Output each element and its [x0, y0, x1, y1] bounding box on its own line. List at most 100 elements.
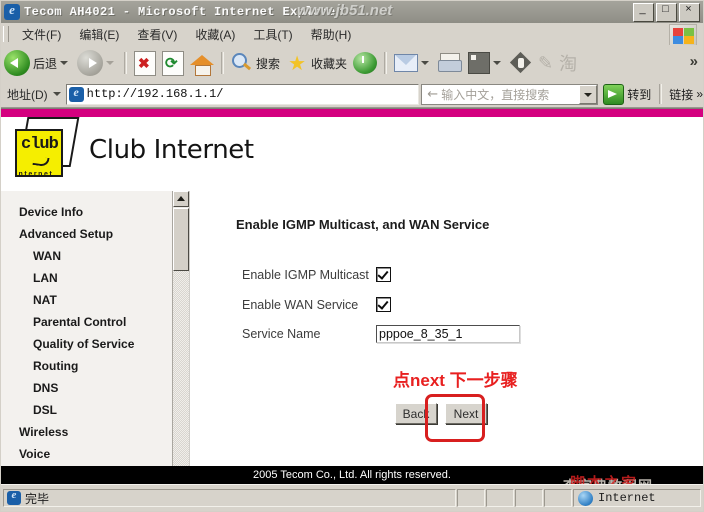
forward-button[interactable]: [74, 47, 120, 79]
address-url-text: http://192.168.1.1/: [86, 87, 224, 101]
stop-icon: ✖: [134, 50, 157, 76]
service-name-label: Service Name: [242, 327, 321, 341]
history-button[interactable]: [350, 47, 380, 79]
search-placeholder: 输入中文，直接搜索: [441, 87, 550, 102]
menu-grip[interactable]: [3, 26, 9, 42]
history-icon: [353, 52, 378, 74]
mail-icon: [394, 54, 419, 72]
status-bar: 完毕 Internet: [1, 484, 703, 511]
sidebar-scrollbar[interactable]: [172, 191, 189, 484]
taobao-icon: 淘: [559, 54, 578, 74]
favorites-button[interactable]: ★ 收藏夹: [283, 47, 350, 79]
brand-title: Club Internet: [89, 135, 254, 165]
pen-icon: ✎: [538, 52, 554, 73]
minimize-button[interactable]: _: [633, 3, 654, 22]
sidebar-item-nat[interactable]: NAT: [1, 289, 171, 311]
address-bar: 地址(D) http://192.168.1.1/ ← 输入中文，直接搜索 转到…: [1, 81, 703, 108]
back-button[interactable]: 后退: [1, 47, 74, 79]
extra-tool-a[interactable]: ✎: [535, 47, 556, 79]
menu-item-view[interactable]: 查看(V): [128, 24, 186, 45]
sidebar-item-wireless[interactable]: Wireless: [1, 421, 171, 443]
search-button[interactable]: 搜索: [228, 47, 283, 79]
refresh-icon: ⟳: [162, 50, 185, 76]
accent-bar: [1, 109, 703, 117]
scrollbar-thumb[interactable]: [173, 208, 189, 271]
sidebar-item-dns[interactable]: DNS: [1, 377, 171, 399]
field-row-igmp: Enable IGMP Multicast: [242, 267, 391, 282]
address-input[interactable]: http://192.168.1.1/: [65, 83, 420, 105]
service-name-input[interactable]: pppoe_8_35_1: [376, 325, 520, 343]
star-icon: ★: [288, 50, 306, 75]
forward-chevron-down-icon[interactable]: [106, 61, 115, 65]
page-title: Enable IGMP Multicast, and WAN Service: [236, 217, 490, 232]
toolbar-separator: [124, 52, 128, 74]
search-label: 搜索: [256, 56, 281, 71]
maximize-icon: □: [662, 3, 669, 15]
scrollbar-track[interactable]: [173, 271, 189, 468]
edit-chevron-down-icon[interactable]: [493, 61, 502, 65]
search-back-arrow-icon: ←: [427, 86, 439, 102]
scroll-up-button[interactable]: [173, 191, 189, 207]
refresh-button[interactable]: ⟳: [159, 47, 187, 79]
status-pane-4: [544, 489, 572, 507]
security-zone-pane[interactable]: Internet: [573, 489, 701, 507]
logo-cube-sub: internet: [15, 171, 54, 178]
go-arrow-icon: [603, 83, 625, 105]
menu-item-file[interactable]: 文件(F): [13, 24, 70, 45]
toolbar-overflow-button[interactable]: »: [690, 53, 698, 70]
sidebar-item-wan[interactable]: WAN: [1, 245, 171, 267]
search-icon: [231, 52, 253, 74]
close-icon: ×: [685, 3, 692, 15]
sidebar-item-voice[interactable]: Voice: [1, 443, 171, 465]
print-icon: [438, 53, 463, 73]
menu-item-tools[interactable]: 工具(T): [244, 24, 301, 45]
sidebar-item-dsl[interactable]: DSL: [1, 399, 171, 421]
extra-tool-b[interactable]: 淘: [556, 47, 580, 79]
mail-button[interactable]: [391, 47, 435, 79]
status-pane-3: [515, 489, 543, 507]
links-button[interactable]: 链接: [669, 86, 693, 103]
status-message-pane: 完毕: [3, 489, 456, 507]
print-button[interactable]: [435, 47, 465, 79]
security-zone-label: Internet: [598, 491, 656, 505]
search-dropdown-button[interactable]: [579, 84, 598, 104]
enable-igmp-multicast-checkbox[interactable]: [376, 267, 391, 282]
igmp-multicast-label: Enable IGMP Multicast: [242, 267, 369, 282]
sidebar-nav: Device Info Advanced Setup WAN LAN NAT P…: [1, 201, 171, 465]
maximize-button[interactable]: □: [656, 3, 677, 22]
sidebar-item-advanced-setup[interactable]: Advanced Setup: [1, 223, 171, 245]
address-chevron-down-icon[interactable]: [52, 92, 61, 96]
back-chevron-down-icon[interactable]: [60, 61, 69, 65]
page-viewport: club internet Club Internet Device Info …: [1, 108, 703, 484]
sidebar: Device Info Advanced Setup WAN LAN NAT P…: [1, 191, 190, 484]
page-icon: [68, 85, 84, 102]
edit-button[interactable]: [465, 47, 507, 79]
sidebar-item-routing[interactable]: Routing: [1, 355, 171, 377]
sidebar-item-quality-of-service[interactable]: Quality of Service: [1, 333, 171, 355]
menu-item-edit[interactable]: 编辑(E): [70, 24, 128, 45]
sidebar-item-parental-control[interactable]: Parental Control: [1, 311, 171, 333]
go-label: 转到: [627, 87, 652, 102]
home-button[interactable]: [187, 47, 217, 79]
stop-button[interactable]: ✖: [131, 47, 159, 79]
menu-item-help[interactable]: 帮助(H): [302, 24, 361, 45]
sidebar-item-device-info[interactable]: Device Info: [1, 201, 171, 223]
ie-window-icon: [4, 2, 20, 20]
enable-wan-service-checkbox[interactable]: [376, 297, 391, 312]
go-button[interactable]: 转到: [599, 83, 655, 105]
title-bar: Tecom AH4021 - Microsoft Internet Explor…: [1, 1, 703, 24]
menu-item-favorites[interactable]: 收藏(A): [186, 24, 244, 45]
sidebar-item-lan[interactable]: LAN: [1, 267, 171, 289]
messenger-button[interactable]: [507, 47, 535, 79]
watermark-top: www.jb51.net: [297, 2, 393, 19]
search-input[interactable]: ← 输入中文，直接搜索: [421, 83, 599, 105]
window-controls: _ □ ×: [633, 3, 700, 22]
address-overflow-button[interactable]: »: [696, 87, 703, 101]
status-pane-2: [486, 489, 514, 507]
edit-icon: [468, 52, 491, 74]
status-page-icon: [7, 489, 21, 505]
mail-chevron-down-icon[interactable]: [421, 61, 430, 65]
close-button[interactable]: ×: [679, 3, 700, 22]
minimize-icon: _: [639, 3, 646, 15]
windows-flag-icon: [669, 24, 697, 46]
